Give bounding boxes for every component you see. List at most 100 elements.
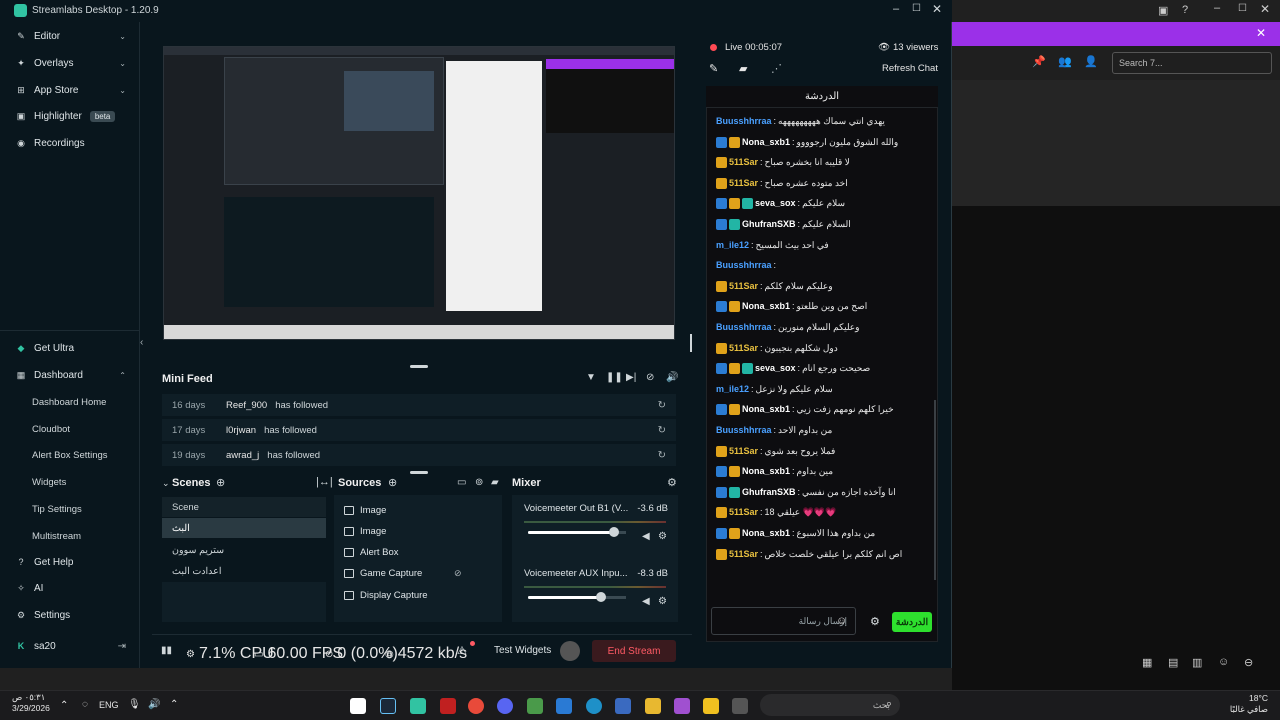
user-icon[interactable]: 👤 <box>1084 55 1098 68</box>
chat-username[interactable]: Buusshhrraa <box>716 322 772 332</box>
chat-username[interactable]: seva_sox <box>755 198 796 208</box>
gear-icon[interactable]: ⚙ <box>658 596 667 607</box>
chevron-down-icon[interactable]: ⌄ <box>162 478 170 489</box>
chat-username[interactable]: Nona_sxb1 <box>742 528 790 538</box>
file-explorer-icon[interactable] <box>645 698 661 714</box>
nav-dashboard[interactable]: ▦ Dashboard ⌃ <box>16 365 134 385</box>
scene-item[interactable]: اعدادت البث <box>162 561 326 581</box>
outlook-icon[interactable] <box>556 698 572 714</box>
browser-search-input[interactable]: Search 7... <box>1112 52 1272 74</box>
chat-username[interactable]: 511Sar <box>729 157 758 167</box>
nav-tip-settings[interactable]: Tip Settings <box>32 504 82 515</box>
app-icon[interactable] <box>732 698 748 714</box>
chat-username[interactable]: Nona_sxb1 <box>742 404 790 414</box>
chat-input[interactable]: إرسال رسالة <box>711 607 856 635</box>
source-settings-icon[interactable]: ⊚ <box>475 477 483 488</box>
minimize-icon[interactable]: – <box>1214 2 1220 14</box>
chat-username[interactable]: Buusshhrraa <box>716 425 772 435</box>
add-scene-icon[interactable]: ⊕ <box>216 476 225 489</box>
clock[interactable]: ٠٥:٣١ ص 3/29/2026 <box>12 692 50 714</box>
users-icon[interactable]: 👥 <box>1058 55 1072 68</box>
nav-get-help[interactable]: ? Get Help <box>16 552 134 572</box>
scene-item[interactable]: ستريم سوون <box>162 540 326 560</box>
volume-slider-knob[interactable] <box>609 527 619 537</box>
avatar[interactable] <box>560 641 580 661</box>
chat-username[interactable]: 511Sar <box>729 446 758 456</box>
source-item[interactable]: Display Capture <box>344 585 508 605</box>
repeat-alert-icon[interactable]: ↻ <box>658 425 666 436</box>
app-r-icon[interactable] <box>703 698 719 714</box>
stats-chart-icon[interactable]: ▮▮ <box>161 645 172 656</box>
steam-icon[interactable] <box>380 698 396 714</box>
nav-alert-box-settings[interactable]: Alert Box Settings <box>32 450 108 461</box>
chat-username[interactable]: Buusshhrraa <box>716 116 772 126</box>
gif-icon[interactable]: ▥ <box>1192 656 1202 669</box>
chat-username[interactable]: GhufranSXB <box>742 487 796 497</box>
nav-multistream[interactable]: Multistream <box>32 531 81 542</box>
nav-highlighter[interactable]: ▣ Highlighter beta <box>16 106 134 126</box>
resize-handle[interactable] <box>410 365 428 368</box>
chat-scrollbar[interactable] <box>934 400 936 580</box>
clip-icon[interactable]: ▰ <box>739 62 747 75</box>
mute-alerts-icon[interactable]: ⊘ <box>646 372 654 383</box>
copilot-icon[interactable] <box>674 698 690 714</box>
speaker-icon[interactable]: ◀ <box>642 531 650 542</box>
maximize-icon[interactable]: ☐ <box>1238 3 1247 14</box>
nav-editor[interactable]: ✎ Editor ⌄ <box>16 26 134 46</box>
chat-username[interactable]: Buusshhrraa <box>716 260 772 270</box>
resize-handle[interactable] <box>410 471 428 474</box>
scene-item[interactable]: Scene <box>162 497 326 517</box>
weather-widget[interactable]: 18°C صافي غالبًا <box>1212 693 1268 715</box>
repeat-alert-icon[interactable]: ↻ <box>658 450 666 461</box>
volume-icon[interactable]: 🔊 <box>666 372 678 383</box>
source-item[interactable]: Game Capture ⊘ <box>344 563 508 583</box>
end-stream-button[interactable]: End Stream <box>592 640 676 662</box>
chat-username[interactable]: Nona_sxb1 <box>742 301 790 311</box>
chat-username[interactable]: GhufranSXB <box>742 219 796 229</box>
preview-resize-handle[interactable] <box>690 334 692 352</box>
repeat-alert-icon[interactable]: ↻ <box>658 400 666 411</box>
emoji-icon[interactable]: ☺ <box>1218 656 1229 668</box>
nav-overlays[interactable]: ✦ Overlays ⌄ <box>16 53 134 73</box>
chat-username[interactable]: seva_sox <box>755 363 796 373</box>
network-icon[interactable]: ◌ <box>82 699 88 710</box>
chrome-icon[interactable] <box>468 698 484 714</box>
source-group-icon[interactable]: ▭ <box>457 477 466 488</box>
app-icon[interactable] <box>527 698 543 714</box>
stream-preview[interactable] <box>163 46 675 340</box>
speaker-icon[interactable]: ◀ <box>642 596 650 607</box>
taskbar-search[interactable]: بحث ⌕ <box>760 694 900 716</box>
mixer-settings-icon[interactable]: ⚙ <box>667 476 677 489</box>
nav-cloudbot[interactable]: Cloudbot <box>32 424 70 435</box>
chat-username[interactable]: Nona_sxb1 <box>742 137 790 147</box>
grid-icon[interactable]: ▦ <box>1142 656 1152 669</box>
user-account[interactable]: K sa20 ⇥ <box>16 636 134 656</box>
add-source-icon[interactable]: ⊕ <box>388 476 397 489</box>
chevron-up-icon[interactable]: ⌃ <box>60 700 68 711</box>
test-widgets-button[interactable]: Test Widgets <box>494 645 551 656</box>
help-icon[interactable]: ? <box>1182 4 1188 16</box>
maximize-icon[interactable]: ☐ <box>912 3 921 14</box>
nav-recordings[interactable]: ◉ Recordings <box>16 133 134 153</box>
capcut-icon[interactable] <box>440 698 456 714</box>
nav-app-store[interactable]: ⊞ App Store ⌄ <box>16 80 134 100</box>
chat-username[interactable]: 511Sar <box>729 507 758 517</box>
xbox-icon[interactable] <box>350 698 366 714</box>
pause-icon[interactable]: ❚❚ <box>606 372 623 383</box>
hidden-eye-icon[interactable]: ⊘ <box>454 568 462 579</box>
gear-icon[interactable]: ⚙ <box>870 615 880 628</box>
chat-username[interactable]: 511Sar <box>729 281 758 291</box>
pin-icon[interactable]: 📌 <box>1032 55 1046 68</box>
filter-icon[interactable]: ▼ <box>586 372 596 383</box>
nav-get-ultra[interactable]: ◆ Get Ultra <box>16 338 134 358</box>
skip-icon[interactable]: ▶| <box>626 372 636 383</box>
warning-icon[interactable]: ⚠ <box>457 644 467 657</box>
collapse-sidebar-icon[interactable]: ‹ <box>140 337 143 348</box>
more-icon[interactable]: ⊖ <box>1244 656 1253 669</box>
refresh-chat-button[interactable]: Refresh Chat <box>882 63 938 74</box>
scene-transition-icon[interactable]: |↔| <box>316 476 333 488</box>
close-banner-icon[interactable]: ✕ <box>1256 26 1266 40</box>
image-icon[interactable]: ▤ <box>1168 656 1178 669</box>
chat-username[interactable]: 511Sar <box>729 343 758 353</box>
source-item[interactable]: Alert Box <box>344 542 508 562</box>
